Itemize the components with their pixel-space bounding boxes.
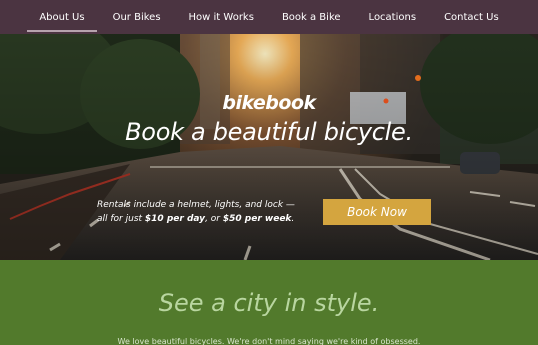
nav-locations[interactable]: Locations bbox=[355, 0, 431, 34]
hero-tagline: Book a beautiful bicycle. bbox=[125, 118, 413, 146]
nav-contact-us[interactable]: Contact Us bbox=[430, 0, 513, 34]
price-day: $10 per day bbox=[144, 214, 206, 224]
rental-line1: Rentals include a helmet, lights, and lo… bbox=[97, 200, 295, 210]
section-title: See a city in style. bbox=[158, 289, 380, 317]
section-text: We love beautiful bicycles. We're don't … bbox=[117, 337, 421, 345]
rental-middle: , or bbox=[205, 214, 223, 224]
book-now-button[interactable]: Book Now bbox=[323, 199, 431, 225]
rental-suffix: . bbox=[291, 214, 295, 224]
intro-section: See a city in style. We love beautiful b… bbox=[0, 260, 538, 345]
top-nav: About Us Our Bikes How it Works Book a B… bbox=[0, 0, 538, 34]
street-photo bbox=[0, 34, 538, 260]
nav-label: How it Works bbox=[188, 11, 254, 23]
rental-info: Rentals include a helmet, lights, and lo… bbox=[97, 198, 327, 226]
rental-prefix: all for just bbox=[97, 214, 145, 224]
rental-line2: all for just $10 per day, or $50 per wee… bbox=[97, 212, 327, 226]
nav-our-bikes[interactable]: Our Bikes bbox=[99, 0, 175, 34]
hero-banner: bikebook Book a beautiful bicycle. Renta… bbox=[0, 34, 538, 260]
nav-book-a-bike[interactable]: Book a Bike bbox=[268, 0, 355, 34]
nav-how-it-works[interactable]: How it Works bbox=[175, 0, 268, 34]
bikebook-logo[interactable]: bikebook bbox=[0, 92, 538, 114]
nav-label: Locations bbox=[368, 11, 417, 23]
nav-label: Book a Bike bbox=[281, 11, 341, 23]
nav-label: About Us bbox=[39, 11, 85, 23]
nav-label: Our Bikes bbox=[112, 11, 161, 23]
price-week: $50 per week bbox=[222, 214, 292, 224]
nav-label: Contact Us bbox=[444, 11, 499, 23]
nav-about-us[interactable]: About Us bbox=[25, 0, 98, 34]
